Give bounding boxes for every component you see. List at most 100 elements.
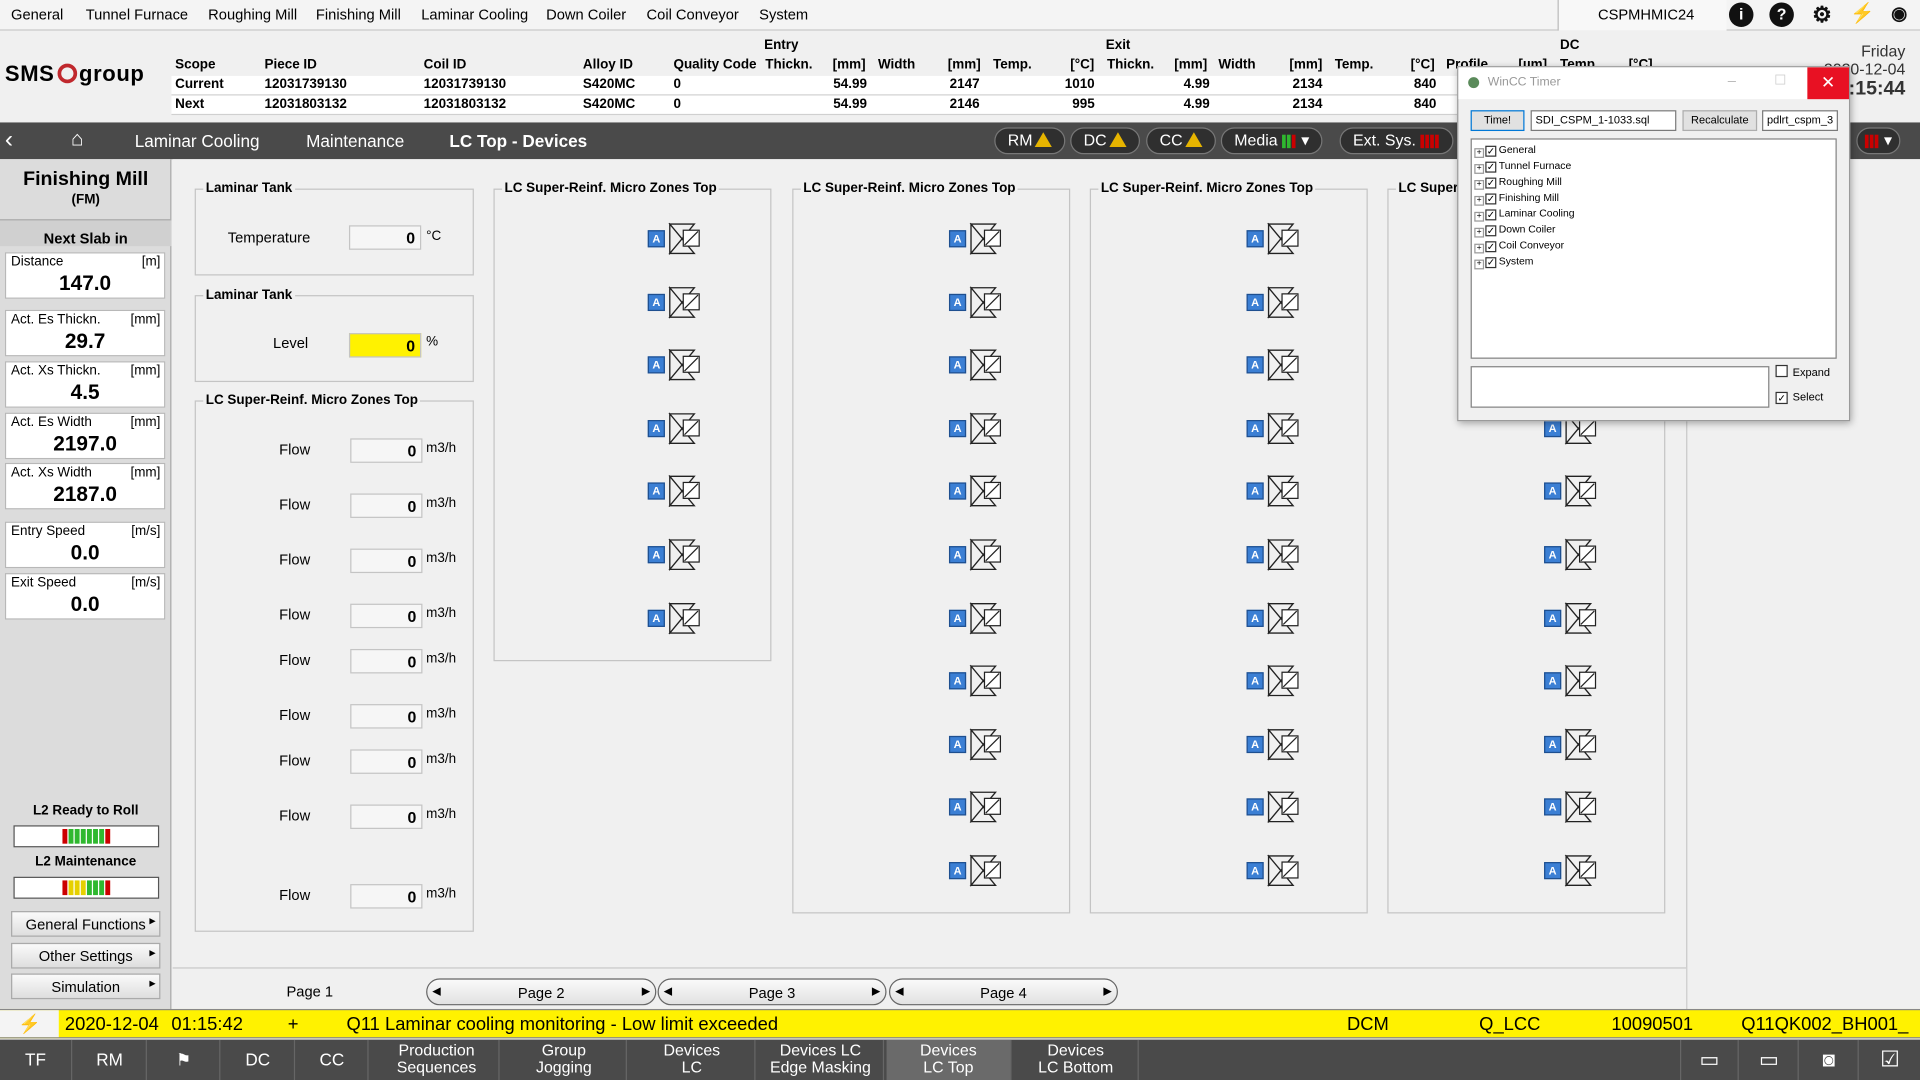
checkbox-icon[interactable]: ☑	[1860, 1040, 1920, 1080]
valve-device[interactable]: A	[647, 475, 702, 508]
select-checkbox[interactable]: ✓ Select	[1775, 391, 1823, 405]
auto-mode-icon[interactable]: A	[948, 798, 967, 816]
valve-device[interactable]: A	[948, 222, 1003, 255]
auto-mode-icon[interactable]: A	[948, 482, 967, 501]
valve-device[interactable]: A	[1544, 475, 1598, 508]
valve-device[interactable]: A	[647, 412, 702, 445]
checkbox-checked-icon[interactable]: ✓	[1485, 257, 1497, 269]
display-settings-icon[interactable]: ▭	[1740, 1039, 1799, 1080]
expand-icon[interactable]: +	[1474, 148, 1485, 158]
tab-devices-lc-edge-masking[interactable]: Devices LC Edge Masking	[758, 1039, 885, 1080]
tab-devices-lc-top[interactable]: Devices LC Top	[886, 1039, 1012, 1080]
page-4-button[interactable]: Page 4	[888, 978, 1118, 1006]
auto-mode-icon[interactable]: A	[1544, 482, 1562, 501]
tree-node-tunnel-furnace[interactable]: + ✓ Tunnel Furnace	[1474, 159, 1571, 174]
menu-general[interactable]: General	[11, 6, 63, 23]
valve-device[interactable]: A	[948, 854, 1003, 887]
maximize-icon[interactable]: ☐	[1774, 72, 1786, 88]
auto-mode-icon[interactable]: A	[1246, 798, 1264, 816]
auto-mode-icon[interactable]: A	[1246, 546, 1264, 564]
valve-device[interactable]: A	[1246, 222, 1301, 255]
valve-device[interactable]: A	[1544, 665, 1598, 697]
time-button[interactable]: Time!	[1470, 110, 1525, 132]
expand-icon[interactable]: +	[1474, 243, 1485, 254]
auto-mode-icon[interactable]: A	[1544, 735, 1562, 753]
breadcrumb-laminar-cooling[interactable]: Laminar Cooling	[135, 131, 260, 151]
auto-mode-icon[interactable]: A	[948, 862, 967, 880]
expand-checkbox[interactable]: Expand	[1775, 364, 1830, 378]
auto-mode-icon[interactable]: A	[948, 356, 967, 374]
valve-device[interactable]: A	[1544, 538, 1598, 571]
auto-mode-icon[interactable]: A	[1544, 419, 1562, 437]
valve-device[interactable]: A	[1246, 665, 1301, 697]
tab-production-sequences[interactable]: Production Sequences	[375, 1039, 500, 1080]
valve-device[interactable]: A	[647, 286, 702, 318]
close-icon[interactable]: ✕	[1807, 67, 1849, 100]
auto-mode-icon[interactable]: A	[948, 546, 967, 564]
valve-device[interactable]: A	[948, 538, 1003, 571]
menu-laminar-cooling[interactable]: Laminar Cooling	[421, 6, 528, 23]
valve-device[interactable]: A	[1246, 412, 1301, 445]
valve-device[interactable]: A	[948, 475, 1003, 508]
gear-icon[interactable]: ⚙	[1810, 2, 1834, 26]
status-pill-right[interactable]: ▾	[1856, 127, 1901, 155]
status-pill-media[interactable]: Media ▾	[1220, 127, 1323, 155]
auto-mode-icon[interactable]: A	[647, 609, 665, 627]
checkbox-checked-icon[interactable]: ✓	[1485, 161, 1497, 173]
tree-node-finishing-mill[interactable]: + ✓ Finishing Mill	[1474, 191, 1559, 206]
page-2-button[interactable]: Page 2	[426, 978, 657, 1006]
expand-icon[interactable]: +	[1474, 259, 1485, 270]
minimize-icon[interactable]: –	[1728, 72, 1736, 89]
valve-device[interactable]: A	[1246, 728, 1301, 761]
valve-device[interactable]: A	[1246, 854, 1301, 887]
valve-device[interactable]: A	[1544, 601, 1598, 634]
auto-mode-icon[interactable]: A	[647, 419, 665, 437]
tree-node-coil-conveyor[interactable]: + ✓ Coil Conveyor	[1474, 239, 1564, 254]
checkbox-checked-icon[interactable]: ✓	[1485, 209, 1497, 221]
menu-tunnel-furnace[interactable]: Tunnel Furnace	[86, 6, 188, 23]
auto-mode-icon[interactable]: A	[1246, 419, 1264, 437]
menu-roughing-mill[interactable]: Roughing Mill	[208, 6, 297, 23]
menu-finishing-mill[interactable]: Finishing Mill	[316, 6, 401, 23]
auto-mode-icon[interactable]: A	[647, 293, 665, 311]
tab-dc[interactable]: DC	[222, 1039, 296, 1080]
auto-mode-icon[interactable]: A	[948, 419, 967, 437]
other-settings-button[interactable]: Other Settings	[11, 942, 161, 969]
valve-device[interactable]: A	[1544, 728, 1598, 761]
auto-mode-icon[interactable]: A	[1246, 293, 1264, 311]
auto-mode-icon[interactable]: A	[1246, 230, 1264, 248]
tree-node-laminar-cooling[interactable]: + ✓ Laminar Cooling	[1474, 207, 1575, 222]
valve-device[interactable]: A	[1544, 854, 1598, 887]
tree-node-general[interactable]: + ✓ General	[1474, 143, 1536, 158]
valve-device[interactable]: A	[948, 412, 1003, 445]
valve-device[interactable]: A	[948, 349, 1003, 382]
checkbox-unchecked-icon[interactable]	[1775, 364, 1788, 378]
checkbox-checked-icon[interactable]: ✓	[1485, 177, 1497, 189]
tab-devices-lc-bottom[interactable]: Devices LC Bottom	[1014, 1039, 1139, 1080]
checkbox-checked-icon[interactable]: ✓	[1775, 391, 1788, 405]
auto-mode-icon[interactable]: A	[647, 230, 665, 248]
valve-device[interactable]: A	[1246, 601, 1301, 634]
valve-device[interactable]: A	[1246, 791, 1301, 824]
checkbox-checked-icon[interactable]: ✓	[1485, 241, 1497, 253]
valve-device[interactable]: A	[1246, 538, 1301, 571]
status-pill-ext-sys[interactable]: Ext. Sys.	[1339, 127, 1454, 155]
auto-mode-icon[interactable]: A	[1246, 862, 1264, 880]
auto-mode-icon[interactable]: A	[1246, 609, 1264, 627]
back-chevron-icon[interactable]: ‹	[5, 126, 13, 154]
valve-device[interactable]: A	[647, 349, 702, 382]
tab-cc[interactable]: CC	[296, 1039, 369, 1080]
auto-mode-icon[interactable]: A	[1246, 356, 1264, 374]
status-pill-cc[interactable]: CC	[1146, 127, 1216, 155]
valve-device[interactable]: A	[1246, 475, 1301, 508]
window-titlebar[interactable]: WinCC Timer – ☐ ✕	[1458, 67, 1849, 100]
expand-icon[interactable]: +	[1474, 195, 1485, 206]
sql-file-input[interactable]: SDI_CSPM_1-1033.sql	[1530, 110, 1677, 132]
auto-mode-icon[interactable]: A	[647, 356, 665, 374]
help-icon[interactable]: ?	[1769, 2, 1794, 27]
tree-node-system[interactable]: + ✓ System	[1474, 255, 1533, 270]
database-input[interactable]: pdlrt_cspm_3	[1762, 110, 1838, 132]
auto-mode-icon[interactable]: A	[948, 293, 967, 311]
valve-device[interactable]: A	[948, 286, 1003, 318]
lightning-icon[interactable]: ⚡	[1850, 2, 1874, 26]
